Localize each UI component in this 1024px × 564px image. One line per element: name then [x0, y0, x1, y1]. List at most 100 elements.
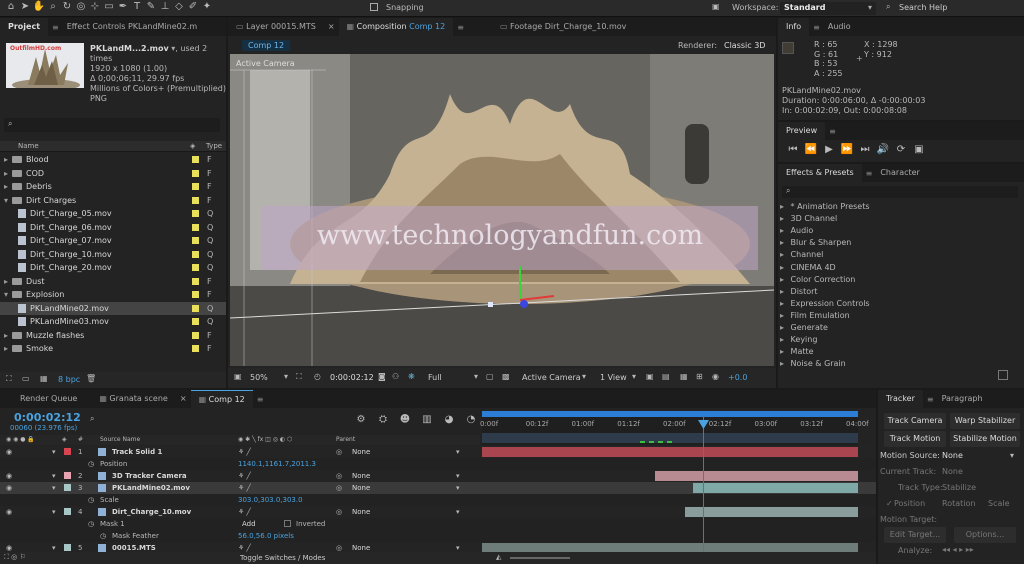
project-item[interactable]: ▸ COD F — [0, 167, 226, 180]
chevron-right-icon[interactable]: ▸ — [780, 334, 788, 346]
tab-composition[interactable]: ▦ Composition Comp 12 — [338, 18, 454, 36]
effects-category[interactable]: ▸ Expression Controls — [780, 298, 1016, 310]
visibility-icon[interactable]: ◉ — [6, 470, 12, 482]
column-name[interactable]: Name — [18, 142, 39, 150]
play-icon[interactable]: ▶ — [820, 144, 838, 155]
first-frame-icon[interactable]: ⏮ — [784, 144, 802, 155]
tab-tracker[interactable]: Tracker — [878, 390, 923, 408]
label-color-swatch[interactable] — [192, 183, 199, 190]
exposure-value[interactable]: +0.0 — [728, 373, 747, 382]
edit-target-button[interactable]: Edit Target... — [884, 527, 946, 543]
visibility-icon[interactable]: ◉ — [6, 446, 12, 458]
roto-brush-icon[interactable]: ✐ — [186, 1, 200, 12]
effects-category[interactable]: ▸ Blur & Sharpen — [780, 237, 1016, 249]
work-area-bar[interactable] — [482, 411, 858, 417]
current-track-dropdown[interactable]: None — [942, 467, 963, 476]
safe-zones-icon[interactable]: ⛶ — [296, 372, 302, 382]
label-color-swatch[interactable] — [192, 210, 199, 217]
parent-pickwhip-icon[interactable]: ◎ — [336, 506, 342, 518]
layer-name[interactable]: Track Solid 1 — [112, 446, 162, 458]
chevron-right-icon[interactable]: ▸ — [780, 322, 788, 334]
mask-mode-dropdown[interactable]: Add — [242, 518, 256, 530]
label-color-swatch[interactable] — [192, 169, 199, 177]
panel-toggle-icon[interactable]: ▣ — [712, 2, 720, 11]
type-tool-icon[interactable]: T — [130, 1, 144, 12]
viewer-timecode[interactable]: 0:00:02:12 — [330, 373, 374, 382]
region-of-interest-icon[interactable]: ▢ — [486, 372, 494, 381]
layer-duration-bar[interactable] — [482, 447, 858, 457]
chevron-down-icon[interactable]: ▾ — [52, 446, 56, 458]
chevron-right-icon[interactable]: ▸ — [4, 342, 12, 355]
chevron-right-icon[interactable]: ▸ — [780, 358, 788, 370]
chevron-right-icon[interactable]: ▸ — [780, 249, 788, 261]
snapping-checkbox[interactable] — [370, 3, 378, 11]
layer-property-row[interactable]: ◷ Scale 303.0,303.0,303.0 — [0, 494, 876, 506]
draft-3d-icon[interactable]: ⛭ — [372, 414, 394, 425]
tab-effect-controls[interactable]: Effect Controls PKLandMine02.m — [59, 18, 205, 36]
label-color-swatch[interactable] — [192, 331, 199, 339]
motion-blur-icon[interactable]: ◕ — [438, 414, 460, 425]
track-motion-button[interactable]: Track Motion — [884, 431, 946, 447]
label-color-swatch[interactable] — [192, 223, 199, 231]
menu-icon[interactable]: ≡ — [813, 23, 820, 32]
exposure-icon[interactable]: ◉ — [712, 372, 719, 381]
rotation-checkbox[interactable]: Rotation — [942, 499, 975, 508]
tab-granata-scene[interactable]: ▦ Granata scene — [85, 390, 176, 408]
chevron-down-icon[interactable]: ▾ — [52, 482, 56, 494]
project-item[interactable]: ▾ Explosion F — [0, 288, 226, 301]
label-color-swatch[interactable] — [192, 277, 199, 285]
menu-icon[interactable]: ≡ — [866, 169, 873, 178]
visibility-icon[interactable]: ◉ — [6, 482, 12, 494]
stopwatch-icon[interactable]: ◷ — [88, 518, 94, 530]
close-icon[interactable]: × — [324, 18, 339, 36]
label-column-icon[interactable]: ◈ — [190, 142, 195, 150]
audio-icon[interactable]: 🔊 — [874, 144, 892, 155]
transparency-grid-icon[interactable]: ▩ — [502, 372, 510, 381]
parent-dropdown[interactable]: None — [352, 506, 370, 518]
eraser-tool-icon[interactable]: ◇ — [172, 1, 186, 12]
label-color-swatch[interactable] — [192, 196, 199, 204]
project-search-field[interactable]: ⌕ — [4, 118, 220, 132]
tab-paragraph[interactable]: Paragraph — [934, 390, 991, 408]
layer-label-color[interactable] — [64, 448, 71, 455]
effects-category[interactable]: ▸ Channel — [780, 249, 1016, 261]
timeline-icon[interactable]: ▦ — [680, 372, 688, 381]
layer-property-row[interactable]: ◷ Position 1140.1,1161.7,2011.3 — [0, 458, 876, 470]
show-snapshot-icon[interactable]: ⚇ — [392, 372, 399, 381]
property-value[interactable]: 56.0,56.0 pixels — [238, 530, 294, 542]
layer-name[interactable]: 3D Tracker Camera — [112, 470, 187, 482]
new-preset-icon[interactable] — [998, 370, 1008, 380]
layer-name[interactable]: PKLandMine02.mov — [112, 482, 190, 494]
effects-category[interactable]: ▸ * Animation Presets — [780, 201, 1016, 213]
zoom-slider[interactable] — [510, 557, 570, 559]
interpret-footage-icon[interactable]: ⛶ — [6, 374, 12, 384]
brush-tool-icon[interactable]: ✎ — [144, 1, 158, 12]
effects-category[interactable]: ▸ CINEMA 4D — [780, 262, 1016, 274]
layer-duration-bar[interactable] — [654, 471, 858, 481]
effects-category[interactable]: ▸ Generate — [780, 322, 1016, 334]
chevron-right-icon[interactable]: ▸ — [4, 180, 12, 193]
parent-dropdown[interactable]: None — [352, 446, 370, 458]
layer-property-row[interactable]: ◷ Mask 1 Add Inverted — [0, 518, 876, 530]
stopwatch-icon[interactable]: ◷ — [88, 494, 94, 506]
chevron-right-icon[interactable]: ▸ — [780, 274, 788, 286]
timeline-timecode[interactable]: 0:00:02:12 — [14, 411, 81, 424]
chevron-right-icon[interactable]: ▸ — [780, 237, 788, 249]
camera-view-dropdown[interactable]: Active Camera — [522, 373, 581, 382]
label-color-swatch[interactable] — [192, 237, 199, 244]
menu-icon[interactable]: ≡ — [52, 23, 59, 32]
chevron-right-icon[interactable]: ▸ — [780, 225, 788, 237]
comp-breadcrumb-button[interactable]: Comp 12 — [242, 40, 291, 51]
tab-footage[interactable]: ▭ Footage Dirt_Charge_10.mov — [492, 18, 634, 36]
trash-icon[interactable]: 🗑 — [86, 374, 96, 383]
analyze-controls[interactable]: ◂◂ ◂ ▸ ▸▸ — [942, 545, 974, 554]
toggle-switches-modes[interactable]: Toggle Switches / Modes — [240, 554, 325, 562]
parent-pickwhip-icon[interactable]: ◎ — [336, 482, 342, 494]
chevron-down-icon[interactable]: ▾ — [4, 288, 12, 301]
effects-category[interactable]: ▸ Keying — [780, 334, 1016, 346]
pen-tool-icon[interactable]: ✒ — [116, 1, 130, 12]
home-icon[interactable]: ⌂ — [4, 1, 18, 12]
tab-character[interactable]: Character — [872, 164, 928, 182]
shy-icon[interactable]: ☻ — [394, 414, 416, 425]
pan-behind-icon[interactable]: ⊹ — [88, 1, 102, 12]
